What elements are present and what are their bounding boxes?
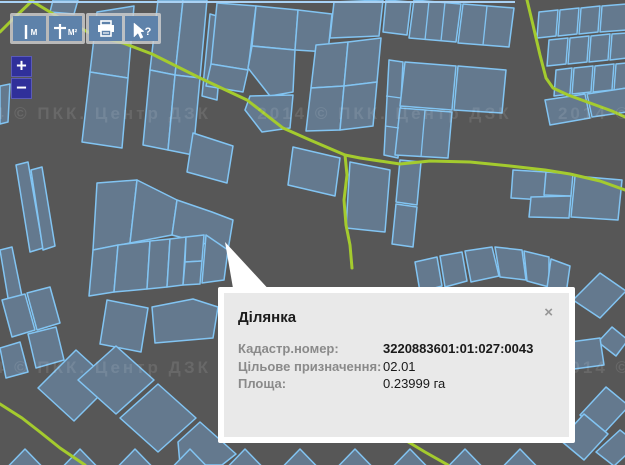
popup-row-cadastral-number: Кадастр.номер: 3220883601:01:027:0043 [238,340,569,358]
parcel[interactable] [454,66,506,113]
parcel[interactable] [547,38,568,66]
parcel[interactable] [185,235,204,262]
parcel[interactable] [346,162,390,232]
parcel[interactable] [325,449,385,465]
popup-row-area: Площа: 0.23999 га [238,375,569,393]
parcel[interactable] [0,449,55,465]
parcel[interactable] [288,147,340,196]
popup-rows: Кадастр.номер: 3220883601:01:027:0043 Ці… [238,340,569,393]
parcel[interactable] [311,42,348,88]
parcel[interactable] [152,299,218,343]
measure-length-label: М [30,29,38,41]
parcel[interactable] [579,6,600,34]
parcel[interactable] [558,8,579,36]
parcel[interactable] [82,72,128,148]
toolbar-tools-group: ? [86,13,161,44]
parcel[interactable] [440,252,467,287]
parcel[interactable] [383,0,411,35]
parcel[interactable] [306,86,344,131]
parcel[interactable] [545,94,590,125]
cross-icon [54,23,67,41]
parcel[interactable] [105,449,165,465]
parcel[interactable] [511,170,546,200]
parcel[interactable] [524,251,549,287]
parcel[interactable] [330,0,383,38]
toolbar-measure-group: М М² [10,13,85,44]
popup-row-purpose: Цільове призначення: 02.01 [238,358,569,376]
parcel[interactable] [495,247,526,280]
parcel[interactable] [600,4,625,32]
parcel[interactable] [490,449,550,465]
parcel[interactable] [573,273,625,318]
parcel[interactable] [465,247,499,282]
parcel[interactable] [340,82,377,130]
parcel[interactable] [130,180,177,243]
map-viewport: 4 © ПКК. Центр ДЗК 2014 © ПКК. Центр ДЗК… [0,0,625,465]
area-value: 0.23999 га [383,375,445,393]
parcel[interactable] [571,176,622,220]
parcel[interactable] [114,241,150,292]
parcel[interactable] [409,0,461,42]
parcel[interactable] [147,239,170,289]
parcel[interactable] [248,46,295,96]
cursor-arrow-icon [132,22,144,41]
popup-title: Ділянка [238,309,569,326]
parcel[interactable] [392,204,417,247]
identify-label: ? [144,27,152,41]
zoom-out-button[interactable]: − [11,78,32,99]
parcel[interactable] [400,62,456,110]
parcel[interactable] [570,338,604,369]
parcel[interactable] [245,95,293,132]
parcel[interactable] [610,33,625,60]
parcel[interactable] [187,133,233,183]
parcel[interactable] [344,38,381,86]
parcel[interactable] [0,342,28,378]
parcel[interactable] [593,64,614,92]
row-label: Площа: [238,375,383,393]
parcel[interactable] [396,160,421,205]
parcel[interactable] [572,66,593,94]
parcel[interactable] [568,36,589,64]
parcel[interactable] [252,6,298,50]
zoom-in-button[interactable]: + [11,56,32,77]
parcel-info-popup: × Ділянка Кадастр.номер: 3220883601:01:0… [218,287,575,443]
parcel[interactable] [28,327,64,368]
parcel[interactable] [544,172,573,196]
parcel[interactable] [537,10,558,38]
parcel[interactable] [100,300,148,352]
parcel[interactable] [0,84,10,124]
parcel[interactable] [270,449,330,465]
measure-area-button[interactable]: М² [49,16,82,41]
cadastral-number-value: 3220883601:01:027:0043 [383,340,533,358]
printer-icon [96,20,116,38]
measure-length-button[interactable]: М [13,16,46,41]
parcel[interactable] [183,261,202,285]
zoom-controls: + − [11,56,32,99]
measure-area-label: М² [67,29,77,41]
purpose-value: 02.01 [383,358,416,376]
parcel[interactable] [614,63,625,90]
close-icon[interactable]: × [544,305,553,320]
identify-button[interactable]: ? [125,16,158,41]
row-label: Цільове призначення: [238,358,383,376]
parcel[interactable] [529,196,571,218]
print-button[interactable] [89,16,122,41]
ruler-line-icon [22,23,30,41]
row-label: Кадастр.номер: [238,340,383,358]
parcel[interactable] [589,34,610,62]
